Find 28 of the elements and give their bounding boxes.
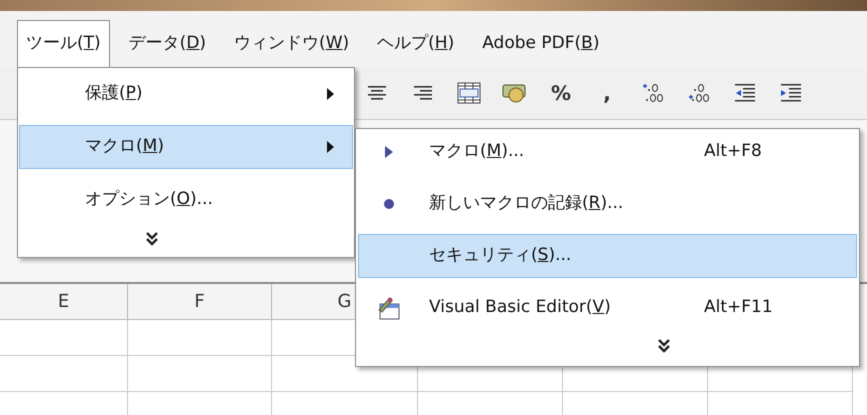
editor-window-icon xyxy=(377,296,401,320)
column-header: E xyxy=(0,284,128,320)
increase-indent-icon[interactable] xyxy=(780,84,802,102)
menu-item[interactable]: ツール(T) xyxy=(17,20,110,67)
chevron-down-icon[interactable] xyxy=(658,339,670,353)
menu-entry[interactable]: 新しいマクロの記録(R)... xyxy=(358,182,857,226)
align-right-icon[interactable] xyxy=(413,85,433,101)
toolbar-button[interactable]: , xyxy=(590,76,624,110)
menu-entry[interactable]: オプション(O)... xyxy=(19,178,353,222)
menu-entry[interactable]: 保護(P) xyxy=(19,72,353,116)
menu-entry[interactable]: マクロ(M)... Alt+F8 xyxy=(358,130,857,174)
decrease-indent-icon[interactable] xyxy=(734,84,756,102)
align-center-icon[interactable] xyxy=(367,85,387,101)
chevron-down-icon[interactable] xyxy=(146,232,158,246)
record-icon xyxy=(384,199,394,209)
increase-decimal-icon[interactable] xyxy=(642,83,664,103)
menu-item[interactable]: ヘルプ(H) xyxy=(368,20,464,67)
toolbar-button[interactable]: % xyxy=(544,76,578,110)
play-icon xyxy=(385,146,393,158)
menu-item[interactable]: Adobe PDF(B) xyxy=(473,20,608,67)
merge-cells-icon[interactable] xyxy=(457,82,481,104)
currency-icon[interactable] xyxy=(502,82,528,104)
menu-entry[interactable]: マクロ(M) xyxy=(19,125,353,169)
decrease-decimal-icon[interactable] xyxy=(688,83,710,103)
column-header: F xyxy=(128,284,272,320)
menu-item[interactable]: データ(D) xyxy=(120,20,216,67)
menu-item[interactable]: ウィンドウ(W) xyxy=(225,20,358,67)
menu-entry[interactable]: セキュリティ(S)... xyxy=(358,234,857,278)
